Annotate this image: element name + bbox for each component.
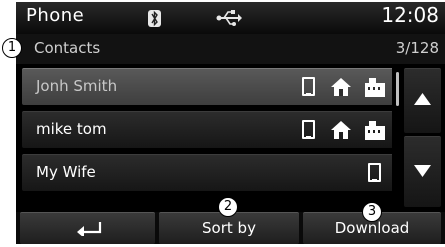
screen-title: Phone (26, 5, 85, 26)
contacts-header: Contacts 3/128 (16, 34, 445, 64)
scroll-down-button[interactable] (404, 136, 441, 207)
sort-by-label: Sort by (202, 219, 256, 237)
contact-row[interactable]: mike tom (22, 111, 398, 148)
clock: 12:08 (381, 3, 439, 27)
contact-name: Jonh Smith (36, 77, 118, 95)
scrollbar-thumb[interactable] (396, 72, 399, 106)
contact-row[interactable]: Jonh Smith (22, 68, 398, 105)
mobile-phone-icon (302, 120, 315, 139)
callout-marker: 2 (218, 197, 238, 217)
status-bar: Phone 12:08 (16, 2, 445, 34)
arrow-up-icon (414, 93, 431, 105)
contact-icons (302, 163, 388, 183)
back-icon (77, 222, 102, 236)
contact-list: Jonh Smith mike tom My Wife (22, 68, 398, 197)
mobile-phone-icon (368, 163, 381, 182)
contact-icons (302, 120, 388, 140)
work-icon (364, 77, 386, 97)
home-icon (330, 120, 352, 140)
scroll-up-button[interactable] (404, 68, 441, 133)
callout-marker: 3 (362, 202, 382, 222)
bluetooth-icon (148, 10, 161, 27)
scroll-controls (404, 68, 441, 208)
arrow-down-icon (414, 165, 431, 177)
contact-name: mike tom (36, 120, 107, 138)
contact-name: My Wife (36, 163, 96, 181)
contacts-count: 3/128 (395, 39, 439, 57)
usb-icon (216, 8, 242, 32)
back-button[interactable] (20, 212, 155, 244)
home-icon (330, 77, 352, 97)
contact-icons (302, 77, 388, 97)
mobile-phone-icon (302, 77, 315, 96)
work-icon (364, 120, 386, 140)
callout-marker: 1 (2, 38, 22, 58)
contacts-label: Contacts (34, 39, 101, 57)
contact-row[interactable]: My Wife (22, 154, 398, 191)
